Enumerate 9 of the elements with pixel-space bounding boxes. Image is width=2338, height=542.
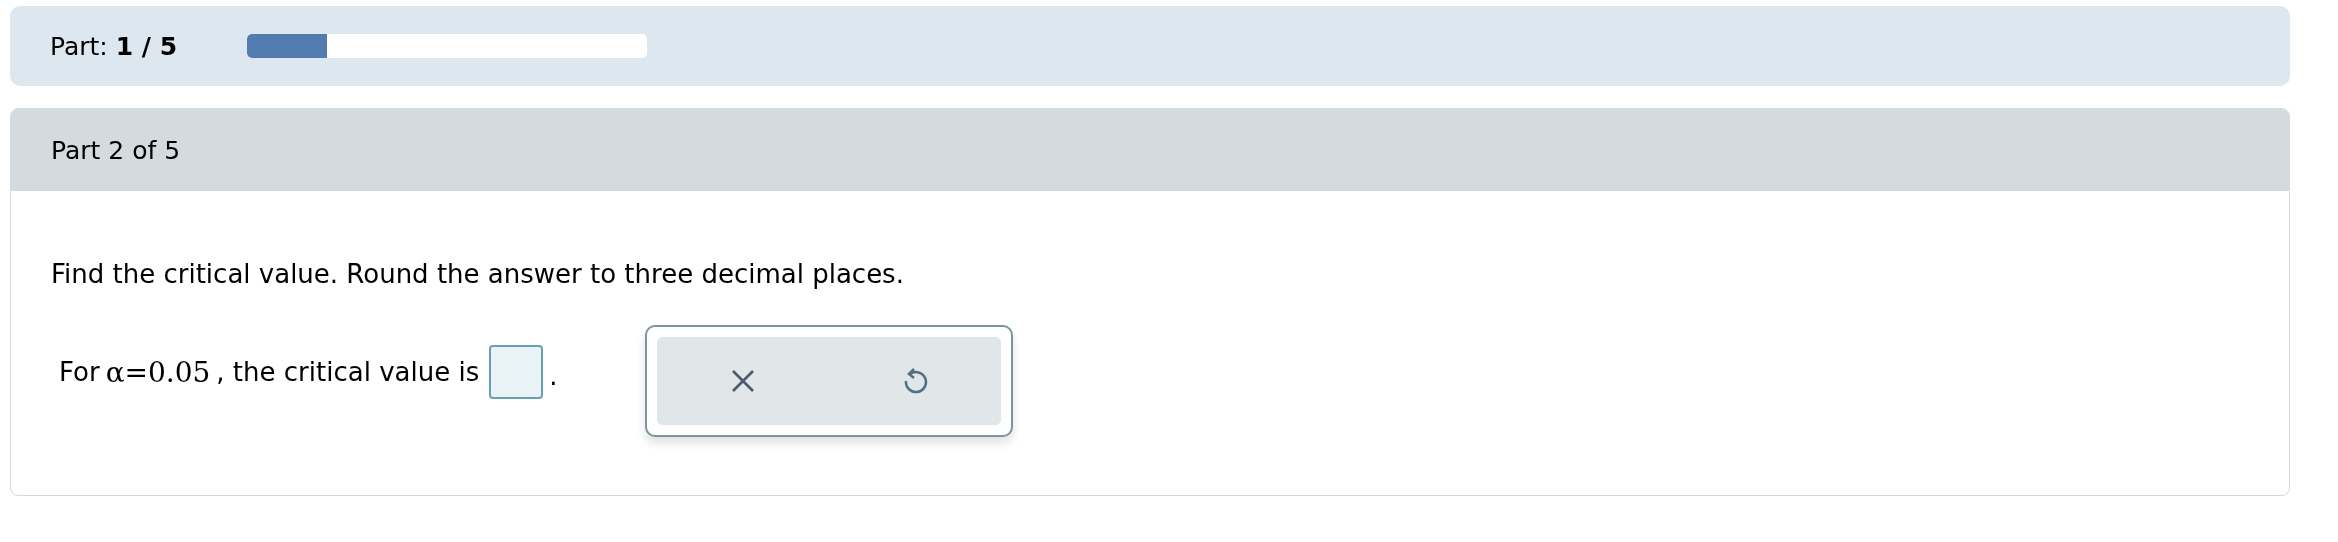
part-counter: Part: 1 / 5 [50,31,178,61]
math-expression: α=0.05 [105,355,211,389]
question-text: Find the critical value. Round the answer to three decimal places. [51,259,905,289]
answer-box[interactable] [489,345,544,399]
prompt-text: , the critical value is [216,357,480,387]
close-icon [730,368,757,394]
part-title: Part 2 of 5 [51,135,181,165]
period: . [549,361,558,391]
prompt-text: For [59,357,100,387]
